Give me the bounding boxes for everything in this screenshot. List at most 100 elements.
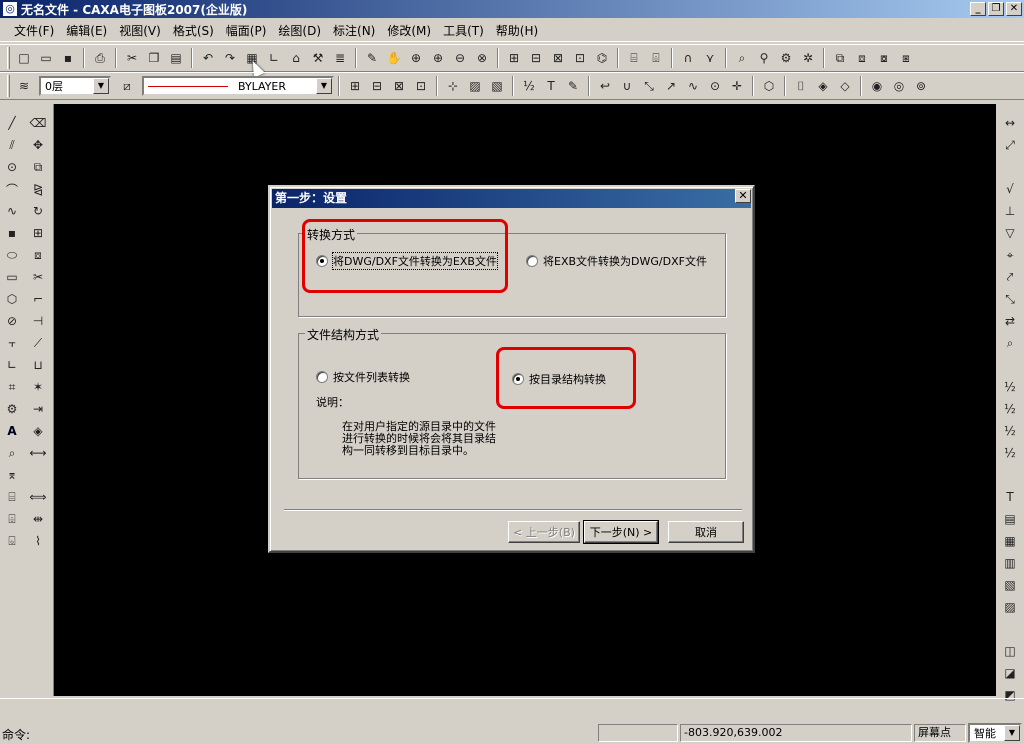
hammer-icon[interactable]: ⚒ <box>308 48 328 68</box>
point-icon[interactable]: ▪ <box>2 223 22 243</box>
measure-angle-icon[interactable]: ∟ <box>264 48 284 68</box>
rotate-icon[interactable]: ↻ <box>28 201 48 221</box>
spline-icon[interactable]: ∿ <box>2 201 22 221</box>
frame-setting-icon[interactable]: ▦ <box>1000 531 1020 551</box>
edit-tool-icon[interactable]: ⌆ <box>2 465 22 485</box>
pen-icon[interactable]: ✎ <box>362 48 382 68</box>
block-explode-icon[interactable]: ⊡ <box>570 48 590 68</box>
parallel-line-icon[interactable]: ⫽ <box>2 135 22 155</box>
close-button[interactable]: ✕ <box>1006 2 1022 16</box>
roughness-icon[interactable]: √ <box>1000 179 1020 199</box>
block-tool-icon[interactable]: ⊞ <box>504 48 524 68</box>
radio-by-file-list[interactable]: 按文件列表转换 <box>316 369 410 385</box>
zoom-window-icon[interactable]: ⊕ <box>406 48 426 68</box>
sectional-view-icon[interactable]: ⇄ <box>1000 311 1020 331</box>
dimension-stack-icon[interactable]: ⇹ <box>28 509 48 529</box>
text-tool-icon[interactable]: A <box>2 421 22 441</box>
gear-icon[interactable]: ⚙ <box>2 399 22 419</box>
layer-tool-icon[interactable]: ≣ <box>330 48 350 68</box>
menu-help[interactable]: 帮助(H) <box>496 22 538 39</box>
print-preview-icon[interactable]: ◉ <box>867 76 887 96</box>
text-edit-icon[interactable]: ✎ <box>563 76 583 96</box>
line-tool-icon[interactable]: ↗ <box>661 76 681 96</box>
break-icon[interactable]: ⟋ <box>28 333 48 353</box>
match-properties-icon[interactable]: ◈ <box>28 421 48 441</box>
edit-title-icon[interactable]: ◪ <box>1000 663 1020 683</box>
zoom-in-icon[interactable]: ⊕ <box>428 48 448 68</box>
dimension-linear-icon[interactable]: ⟺ <box>28 487 48 507</box>
ballon-icon[interactable]: ▧ <box>1000 575 1020 595</box>
chevron-down-icon[interactable]: ▼ <box>1004 725 1020 741</box>
table-export-icon[interactable]: ⌺ <box>2 531 22 551</box>
zoom-all-icon[interactable]: ⊗ <box>472 48 492 68</box>
new-file-icon[interactable]: □ <box>14 48 34 68</box>
region-icon[interactable]: ⌗ <box>2 377 22 397</box>
layer-state-icon[interactable]: ⌷ <box>791 76 811 96</box>
align-icon[interactable]: ⇥ <box>28 399 48 419</box>
view-edit-icon[interactable]: ⧈ <box>852 48 872 68</box>
dimension-text-icon[interactable]: ½ <box>519 76 539 96</box>
next-button[interactable]: 下一步(N) > <box>583 520 659 544</box>
minimize-button[interactable]: _ <box>970 2 986 16</box>
maximize-button[interactable]: ❐ <box>988 2 1004 16</box>
block-edit-icon[interactable]: ⊟ <box>526 48 546 68</box>
break-tool-icon[interactable]: ⤡ <box>639 76 659 96</box>
open-file-icon[interactable]: ▭ <box>36 48 56 68</box>
layer-select[interactable]: 0层 ▼ <box>39 76 111 96</box>
fill-icon[interactable]: ▧ <box>487 76 507 96</box>
weld-icon[interactable]: ▽ <box>1000 223 1020 243</box>
cancel-button[interactable]: 取消 <box>668 521 744 543</box>
menu-dimension[interactable]: 标注(N) <box>333 22 375 39</box>
properties-icon[interactable]: ⚲ <box>754 48 774 68</box>
dim-text-3-icon[interactable]: ½ <box>1000 421 1020 441</box>
explode-icon[interactable]: ✶ <box>28 377 48 397</box>
centerline-icon[interactable]: ⊘ <box>2 311 22 331</box>
text-style-icon[interactable]: T <box>1000 487 1020 507</box>
paste-icon[interactable]: ▤ <box>166 48 186 68</box>
circle-icon[interactable]: ⊙ <box>2 157 22 177</box>
table-edit-icon[interactable]: ⌹ <box>2 509 22 529</box>
menu-paper[interactable]: 幅面(P) <box>226 22 267 39</box>
datum-icon[interactable]: ⊥ <box>1000 201 1020 221</box>
center-mark-icon[interactable]: ⊹ <box>443 76 463 96</box>
equidistant-line-icon[interactable]: ⫟ <box>2 333 22 353</box>
mirror-icon[interactable]: ⧎ <box>28 179 48 199</box>
menu-view[interactable]: 视图(V) <box>119 22 161 39</box>
frame-icon[interactable]: ⊞ <box>345 76 365 96</box>
cross-tool-icon[interactable]: ✛ <box>727 76 747 96</box>
cut-icon[interactable]: ✂ <box>122 48 142 68</box>
redo-icon[interactable]: ↷ <box>220 48 240 68</box>
dim-aligned-icon[interactable]: ⤢ <box>1000 135 1020 155</box>
linetype-icon[interactable]: ⧄ <box>117 76 137 96</box>
query-tool-icon[interactable]: ⌕ <box>2 443 22 463</box>
linetype-select[interactable]: BYLAYER ▼ <box>142 76 334 96</box>
attribute-icon[interactable]: ◇ <box>835 76 855 96</box>
dim-text-4-icon[interactable]: ½ <box>1000 443 1020 463</box>
tolerance-icon[interactable]: ⌖ <box>1000 245 1020 265</box>
library-manage-icon[interactable]: ⌹ <box>646 48 666 68</box>
polygon-icon[interactable]: ⬡ <box>2 289 22 309</box>
parts-list-icon[interactable]: ⊠ <box>389 76 409 96</box>
block-attribute-icon[interactable]: ⌬ <box>592 48 612 68</box>
undo-icon[interactable]: ↶ <box>198 48 218 68</box>
chevron-down-icon[interactable]: ▼ <box>93 78 109 94</box>
text-icon[interactable]: T <box>541 76 561 96</box>
plot-icon[interactable]: ◎ <box>889 76 909 96</box>
arc-tool-icon[interactable]: ↩ <box>595 76 615 96</box>
scale-icon[interactable]: ⧈ <box>28 245 48 265</box>
part-number-icon[interactable]: ⊡ <box>411 76 431 96</box>
save-icon[interactable]: ▪ <box>58 48 78 68</box>
trim-icon[interactable]: ✂ <box>28 267 48 287</box>
view-output-icon[interactable]: ⧇ <box>874 48 894 68</box>
magnet-icon[interactable]: ∩ <box>678 48 698 68</box>
snap-mode-select[interactable]: 智能 ▼ <box>968 723 1022 743</box>
title-block-icon[interactable]: ⊟ <box>367 76 387 96</box>
hatch-icon[interactable]: ∟ <box>2 355 22 375</box>
edit-frame-icon[interactable]: ◫ <box>1000 641 1020 661</box>
copy-entity-icon[interactable]: ⧉ <box>28 157 48 177</box>
title-setting-icon[interactable]: ▥ <box>1000 553 1020 573</box>
array-icon[interactable]: ⊞ <box>28 223 48 243</box>
dialog-close-button[interactable]: ✕ <box>735 189 751 203</box>
menu-draw[interactable]: 绘图(D) <box>278 22 321 39</box>
library-icon[interactable]: ⌸ <box>624 48 644 68</box>
